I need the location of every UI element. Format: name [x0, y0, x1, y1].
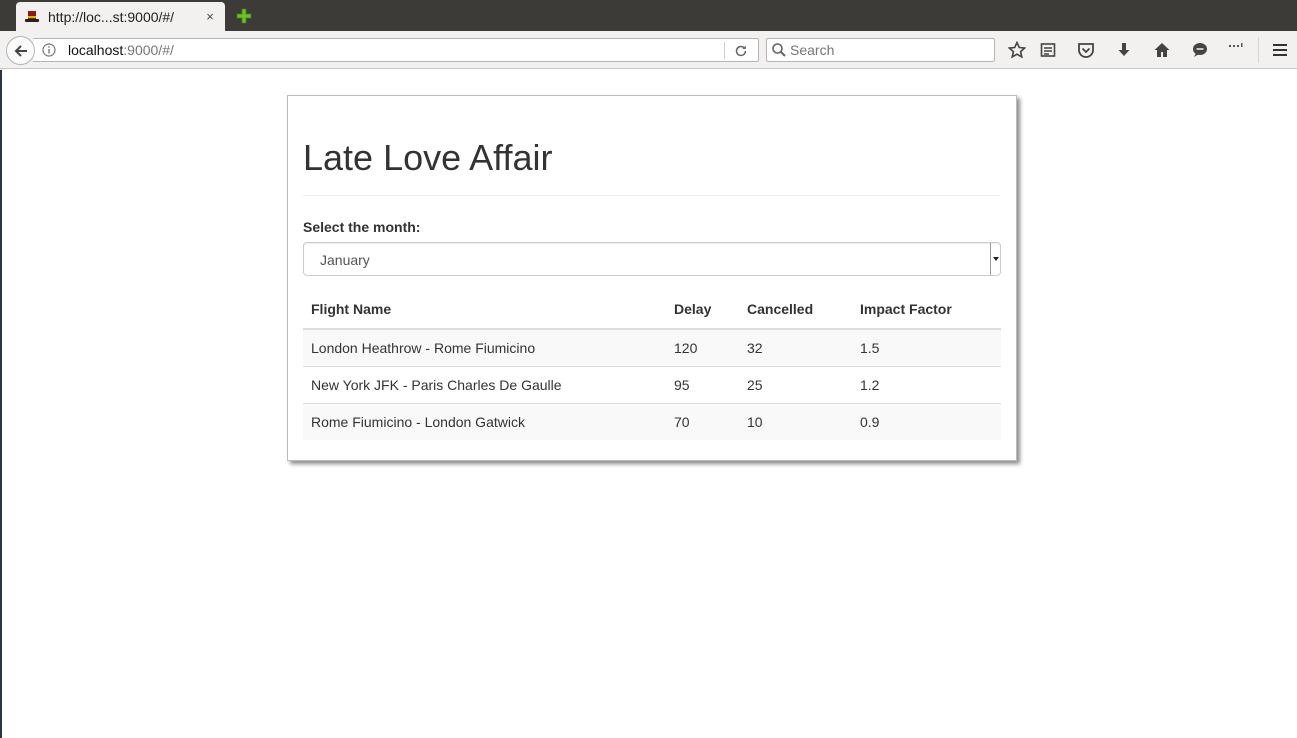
navigation-toolbar: localhost:9000/#/	[0, 31, 1297, 69]
extension-icon	[1229, 43, 1243, 47]
month-select[interactable]: January	[303, 242, 1001, 276]
impact-factor-cell: 1.5	[860, 339, 880, 356]
pocket-button[interactable]	[1076, 40, 1096, 60]
cancelled-cell: 25	[739, 365, 852, 403]
window-edge	[0, 70, 2, 738]
impact-factor-cell: 0.9	[852, 402, 1001, 440]
new-tab-button[interactable]	[233, 5, 255, 27]
reading-list-button[interactable]	[1038, 40, 1058, 60]
url-path: :9000/#/	[123, 42, 174, 58]
search-bar[interactable]	[766, 38, 995, 62]
plus-icon	[236, 8, 252, 24]
tab-close-icon[interactable]: ×	[203, 9, 217, 24]
cancelled-cell: 10	[739, 402, 852, 440]
column-header-impact-factor: Impact Factor	[852, 289, 1001, 330]
table-row: New York JFK - Paris Charles De Gaulle 9…	[303, 365, 1001, 403]
reading-list-icon	[1040, 43, 1056, 57]
flight-name-cell: London Heathrow - Rome Fiumicino	[311, 339, 536, 356]
url-host: localhost	[68, 42, 124, 58]
extension-button[interactable]	[1226, 40, 1246, 60]
search-input[interactable]	[790, 41, 990, 59]
impact-factor-cell: 1.2	[852, 365, 1001, 403]
column-header-delay: Delay	[666, 289, 739, 330]
title-divider	[303, 195, 1000, 196]
downloads-button[interactable]	[1114, 40, 1134, 60]
address-bar[interactable]: localhost:9000/#/	[33, 38, 759, 62]
address-divider	[724, 42, 725, 59]
info-icon[interactable]	[42, 43, 56, 57]
selected-month: January	[320, 252, 370, 268]
flight-name-cell: Rome Fiumicino - London Gatwick	[303, 402, 666, 440]
chat-button[interactable]	[1190, 40, 1210, 60]
chat-icon	[1193, 43, 1207, 57]
home-button[interactable]	[1152, 40, 1172, 60]
delay-cell: 120	[674, 339, 698, 356]
table-row: London Heathrow - Rome Fiumicino 120 32 …	[303, 329, 1001, 366]
table-row: Rome Fiumicino - London Gatwick 70 10 0.…	[303, 402, 1001, 440]
address-url: localhost:9000/#/	[68, 42, 174, 58]
tab-title: http://loc...st:9000/#/	[48, 8, 175, 25]
pocket-icon	[1078, 43, 1094, 58]
toolbar-divider	[1258, 37, 1259, 63]
flight-name-cell: New York JFK - Paris Charles De Gaulle	[303, 365, 666, 403]
delay-cell: 70	[666, 402, 739, 440]
cancelled-cell: 32	[747, 339, 763, 356]
search-icon	[771, 42, 787, 58]
bookmark-star-button[interactable]	[1007, 40, 1027, 60]
delay-cell: 95	[666, 365, 739, 403]
back-arrow-icon	[14, 44, 27, 57]
star-icon	[1008, 41, 1026, 59]
content-panel: Late Love Affair Select the month: Janua…	[287, 95, 1017, 461]
download-icon	[1118, 43, 1130, 56]
top-hat-icon	[24, 9, 40, 25]
hamburger-menu-icon	[1273, 44, 1287, 56]
back-button[interactable]	[6, 36, 35, 65]
month-select-label: Select the month:	[303, 219, 421, 235]
table-header-row: Flight Name Delay Cancelled Impact Facto…	[303, 289, 1001, 330]
menu-button[interactable]	[1270, 40, 1290, 60]
flights-table: Flight Name Delay Cancelled Impact Facto…	[303, 289, 1001, 440]
tab-strip: http://loc...st:9000/#/ ×	[0, 0, 1297, 31]
chevron-down-icon[interactable]	[990, 243, 1000, 275]
page-title: Late Love Affair	[303, 137, 553, 178]
browser-tab[interactable]: http://loc...st:9000/#/ ×	[16, 2, 225, 31]
home-icon	[1154, 43, 1170, 57]
reload-icon[interactable]	[733, 43, 749, 59]
column-header-cancelled: Cancelled	[739, 289, 852, 330]
column-header-flight-name: Flight Name	[303, 289, 666, 330]
